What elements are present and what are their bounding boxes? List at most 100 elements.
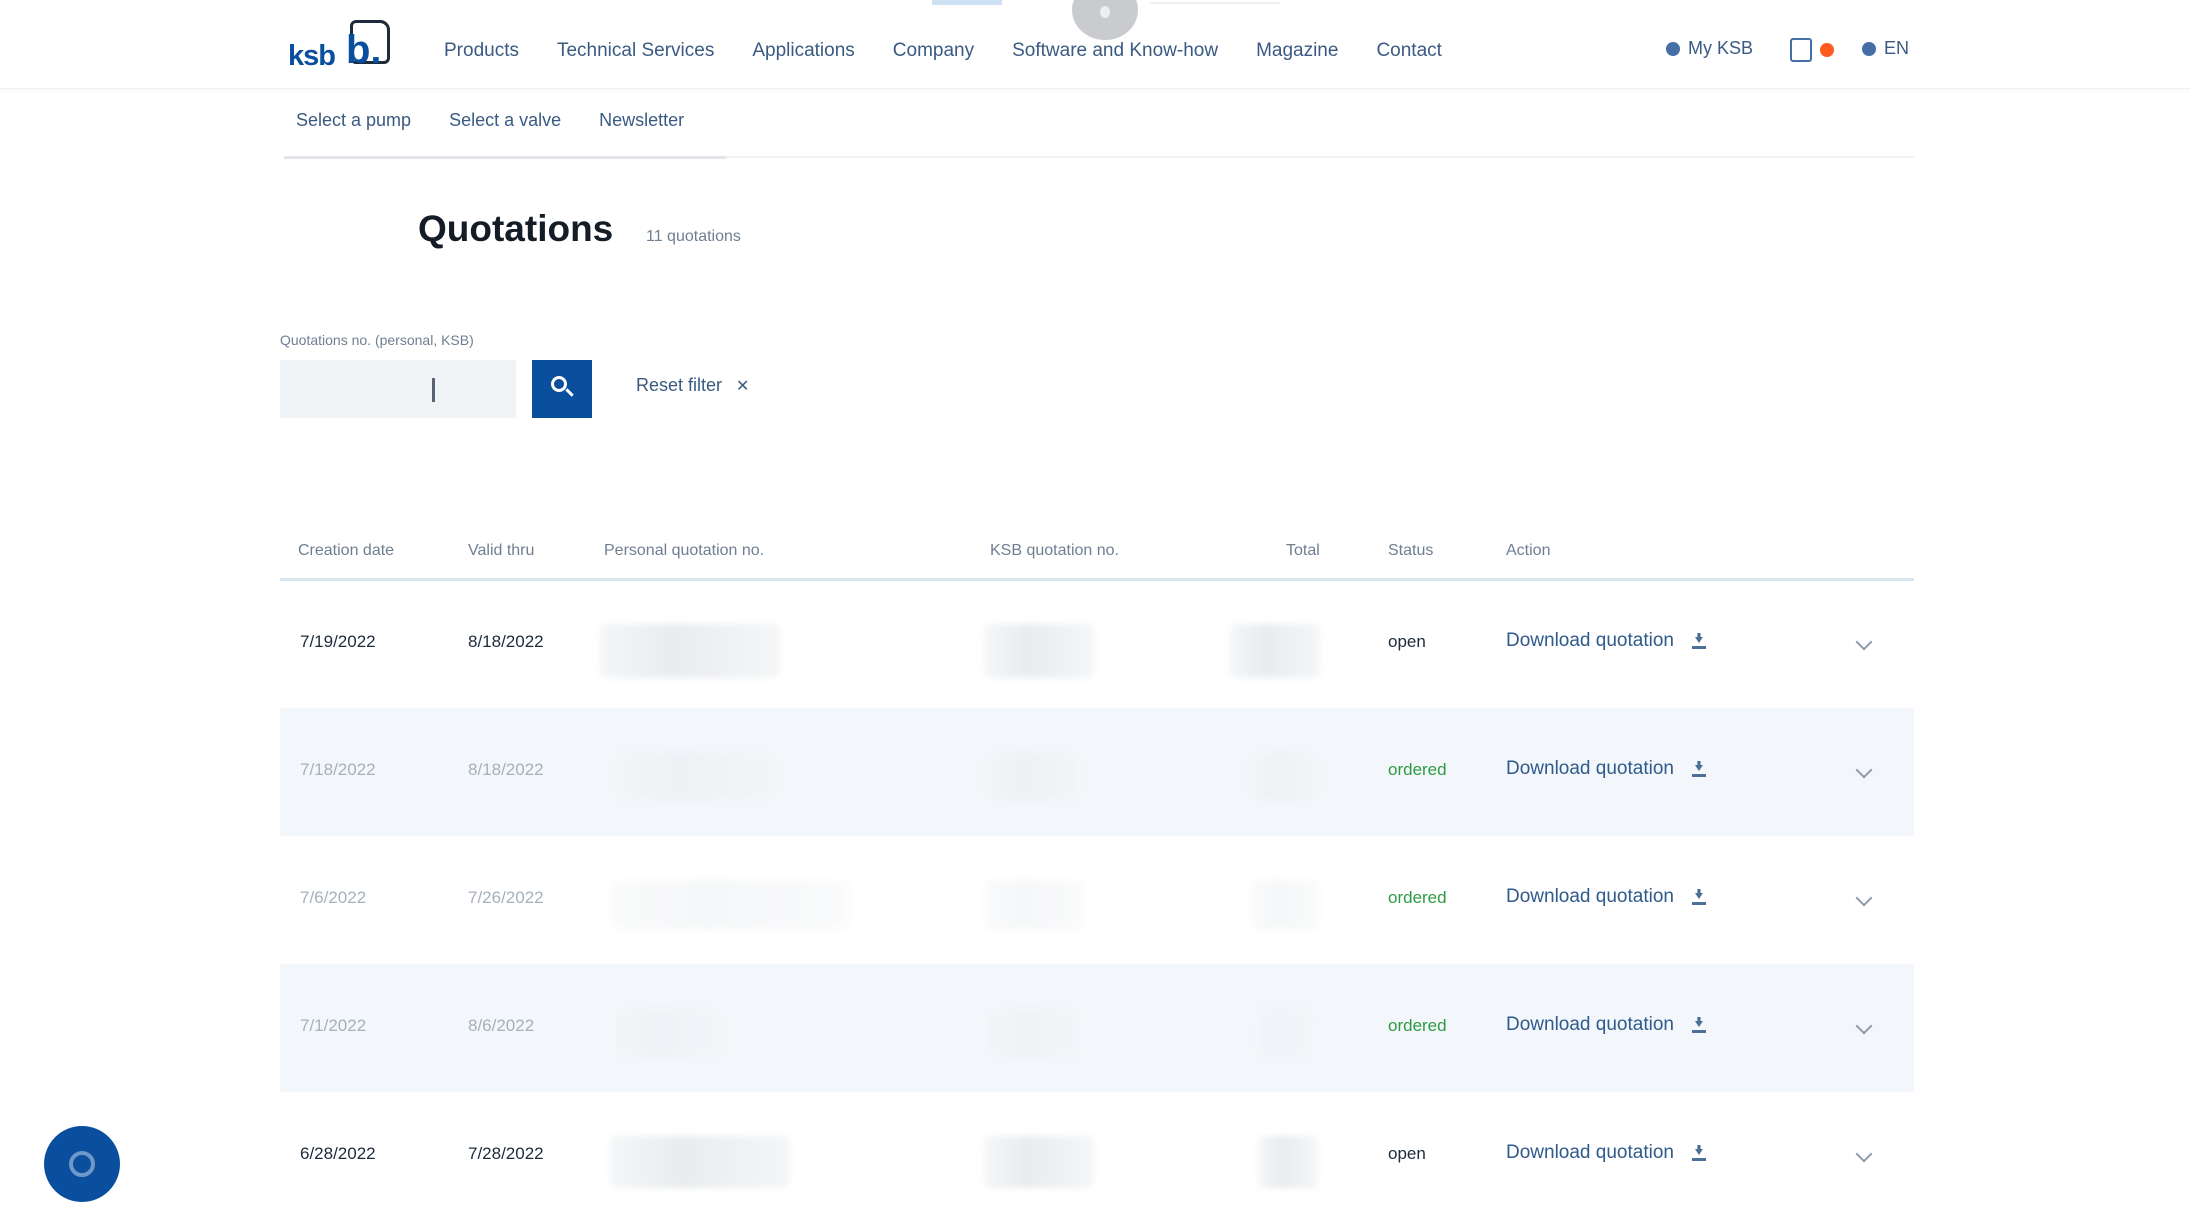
subnav-active-indicator [284, 156, 726, 159]
quotation-count: 11 quotations [646, 228, 741, 245]
creation-date: 7/1/2022 [300, 1016, 367, 1035]
nav-item-magazine[interactable]: Magazine [1256, 40, 1338, 62]
column-creation-date[interactable]: Creation date [298, 542, 394, 560]
nav-item-technical-services[interactable]: Technical Services [557, 40, 714, 62]
column-status: Status [1388, 542, 1434, 559]
logo-wordmark: ksb [288, 40, 336, 72]
column-ksb-quotation-no[interactable]: KSB quotation no. [990, 542, 1119, 560]
download-label: Download quotation [1506, 1014, 1674, 1035]
my-ksb-label: My KSB [1688, 38, 1754, 58]
download-icon [1691, 889, 1706, 905]
nav-item-products[interactable]: Products [444, 40, 519, 62]
redacted-total [1250, 752, 1320, 802]
redacted-personal-no [610, 1136, 790, 1188]
status-badge: open [1388, 632, 1426, 651]
redacted-ksb-no [984, 880, 1084, 930]
ksb-logo[interactable]: ksb b. [284, 18, 400, 72]
table-row: 6/28/2022 7/28/2022 open Download quotat… [280, 1092, 1914, 1220]
subnav-item-select-pump[interactable]: Select a pump [296, 110, 411, 131]
table-row: 7/6/2022 7/26/2022 ordered Download quot… [280, 836, 1914, 964]
nav-item-applications[interactable]: Applications [752, 40, 854, 62]
creation-date: 6/28/2022 [300, 1144, 376, 1163]
sub-navigation: Select a pump Select a valve Newsletter [296, 110, 684, 131]
chat-button[interactable] [44, 1126, 120, 1202]
quotation-search-input[interactable] [280, 360, 516, 418]
chevron-down-icon[interactable] [1855, 761, 1873, 779]
column-personal-quotation-no[interactable]: Personal quotation no. [604, 542, 764, 560]
download-label: Download quotation [1506, 1142, 1674, 1163]
valid-thru-date: 8/18/2022 [468, 632, 544, 651]
language-label: EN [1884, 38, 1910, 58]
redacted-total [1230, 624, 1320, 678]
column-action: Action [1506, 542, 1551, 559]
table-row: 7/1/2022 8/6/2022 ordered Download quota… [280, 964, 1914, 1092]
redacted-personal-no [610, 880, 850, 930]
chevron-down-icon[interactable] [1855, 633, 1873, 651]
profile-avatar[interactable] [1072, 0, 1138, 40]
site-header: ksb b. Products Technical Services Appli… [0, 0, 2190, 89]
nav-item-company[interactable]: Company [893, 40, 974, 62]
redacted-personal-no [610, 752, 780, 802]
globe-icon [1862, 41, 1876, 56]
redacted-ksb-no [984, 1136, 1094, 1188]
download-icon [1691, 1145, 1706, 1161]
column-total[interactable]: Total [1286, 542, 1320, 560]
redacted-ksb-no [984, 752, 1084, 802]
table-header: Creation date Valid thru Personal quotat… [280, 532, 1914, 581]
download-quotation-link[interactable]: Download quotation [1506, 886, 1706, 908]
main-navigation: Products Technical Services Applications… [444, 40, 1442, 62]
redacted-ksb-no [984, 624, 1094, 678]
status-badge: ordered [1388, 888, 1447, 907]
status-badge: ordered [1388, 1016, 1447, 1035]
download-icon [1691, 1017, 1706, 1033]
creation-date: 7/6/2022 [300, 888, 367, 907]
valid-thru-date: 8/6/2022 [468, 1016, 535, 1035]
subnav-item-select-valve[interactable]: Select a valve [449, 110, 561, 131]
nav-item-contact[interactable]: Contact [1376, 40, 1441, 62]
chat-icon [69, 1151, 95, 1177]
cart-link[interactable] [1790, 38, 1834, 62]
redacted-ksb-no [984, 1008, 1084, 1058]
column-valid-thru[interactable]: Valid thru [468, 542, 534, 560]
valid-thru-date: 7/28/2022 [468, 1144, 544, 1163]
redacted-total [1250, 880, 1320, 930]
top-divider [1150, 2, 1280, 4]
my-ksb-link[interactable]: My KSB [1666, 38, 1753, 59]
cart-badge [1820, 43, 1834, 57]
search-icon-handle [565, 388, 574, 397]
logo-mark: b. [346, 28, 382, 72]
chevron-down-icon[interactable] [1855, 889, 1873, 907]
chevron-down-icon[interactable] [1855, 1017, 1873, 1035]
subnav-item-newsletter[interactable]: Newsletter [599, 110, 684, 131]
download-quotation-link[interactable]: Download quotation [1506, 1142, 1706, 1164]
download-icon [1691, 633, 1706, 649]
nav-item-software[interactable]: Software and Know-how [1012, 40, 1218, 62]
download-quotation-link[interactable]: Download quotation [1506, 630, 1706, 652]
chevron-down-icon[interactable] [1855, 1145, 1873, 1163]
download-quotation-link[interactable]: Download quotation [1506, 1014, 1706, 1036]
top-accent-bar [932, 0, 1002, 5]
page-title: Quotations [418, 208, 614, 249]
download-label: Download quotation [1506, 886, 1674, 907]
redacted-total [1258, 1136, 1318, 1188]
search-button[interactable] [532, 360, 592, 418]
table-row: 7/18/2022 8/18/2022 ordered Download quo… [280, 708, 1914, 836]
download-icon [1691, 761, 1706, 777]
redacted-personal-no [600, 624, 780, 678]
download-label: Download quotation [1506, 630, 1674, 651]
language-selector[interactable]: EN [1862, 38, 1909, 59]
valid-thru-date: 7/26/2022 [468, 888, 544, 907]
creation-date: 7/19/2022 [300, 632, 376, 651]
cart-icon [1790, 38, 1812, 62]
creation-date: 7/18/2022 [300, 760, 376, 779]
download-quotation-link[interactable]: Download quotation [1506, 758, 1706, 780]
close-icon: ✕ [736, 377, 750, 395]
status-badge: ordered [1388, 760, 1447, 779]
reset-filter-label: Reset filter [636, 375, 723, 395]
download-label: Download quotation [1506, 758, 1674, 779]
redacted-total [1250, 1008, 1320, 1058]
reset-filter-button[interactable]: Reset filter ✕ [636, 375, 749, 396]
table-row: 7/19/2022 8/18/2022 open Download quotat… [280, 580, 1914, 708]
status-badge: open [1388, 1144, 1426, 1163]
valid-thru-date: 8/18/2022 [468, 760, 544, 779]
